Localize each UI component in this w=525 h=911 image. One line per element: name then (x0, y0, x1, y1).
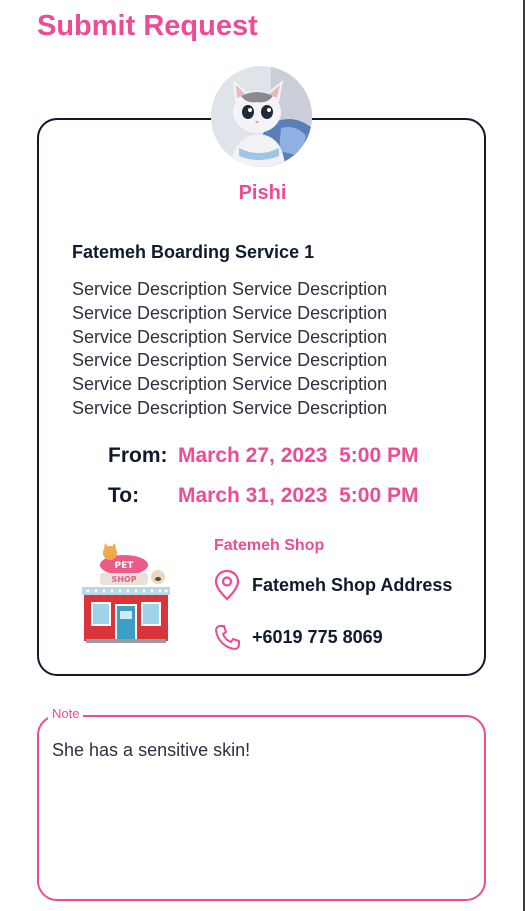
location-pin-icon (214, 569, 240, 601)
to-row: To: March 31, 2023 5:00 PM (108, 484, 418, 508)
service-description: Service Description Service Description … (72, 279, 388, 418)
pet-avatar (211, 66, 312, 167)
pet-shop-icon: PET SHOP (82, 543, 170, 643)
from-datetime: March 27, 2023 5:00 PM (178, 444, 419, 467)
from-row: From: March 27, 2023 5:00 PM (108, 444, 418, 468)
to-datetime: March 31, 2023 5:00 PM (178, 484, 419, 507)
shop-phone-row[interactable]: +6019 775 8069 (214, 621, 383, 653)
from-label: From: (108, 444, 168, 467)
svg-text:SHOP: SHOP (111, 575, 136, 584)
shop-address: Fatemeh Shop Address (252, 574, 453, 595)
note-label: Note (48, 706, 84, 722)
submit-request-page: Submit Request Pishi Fatemeh Boarding Se… (0, 0, 525, 911)
kitten-photo-icon (211, 66, 312, 167)
to-label: To: (108, 484, 140, 507)
note-text[interactable]: She has a sensitive skin! (52, 740, 250, 761)
shop-address-row[interactable]: Fatemeh Shop Address (214, 569, 452, 601)
pet-name: Pishi (238, 182, 287, 204)
page-title: Submit Request (37, 10, 258, 42)
pet-shop-illustration-icon: PET SHOP (80, 543, 172, 643)
svg-text:PET: PET (115, 561, 135, 571)
shop-name: Fatemeh Shop (214, 537, 325, 554)
service-title: Fatemeh Boarding Service 1 (72, 242, 315, 262)
phone-icon (214, 621, 240, 653)
shop-phone: +6019 775 8069 (252, 626, 383, 647)
